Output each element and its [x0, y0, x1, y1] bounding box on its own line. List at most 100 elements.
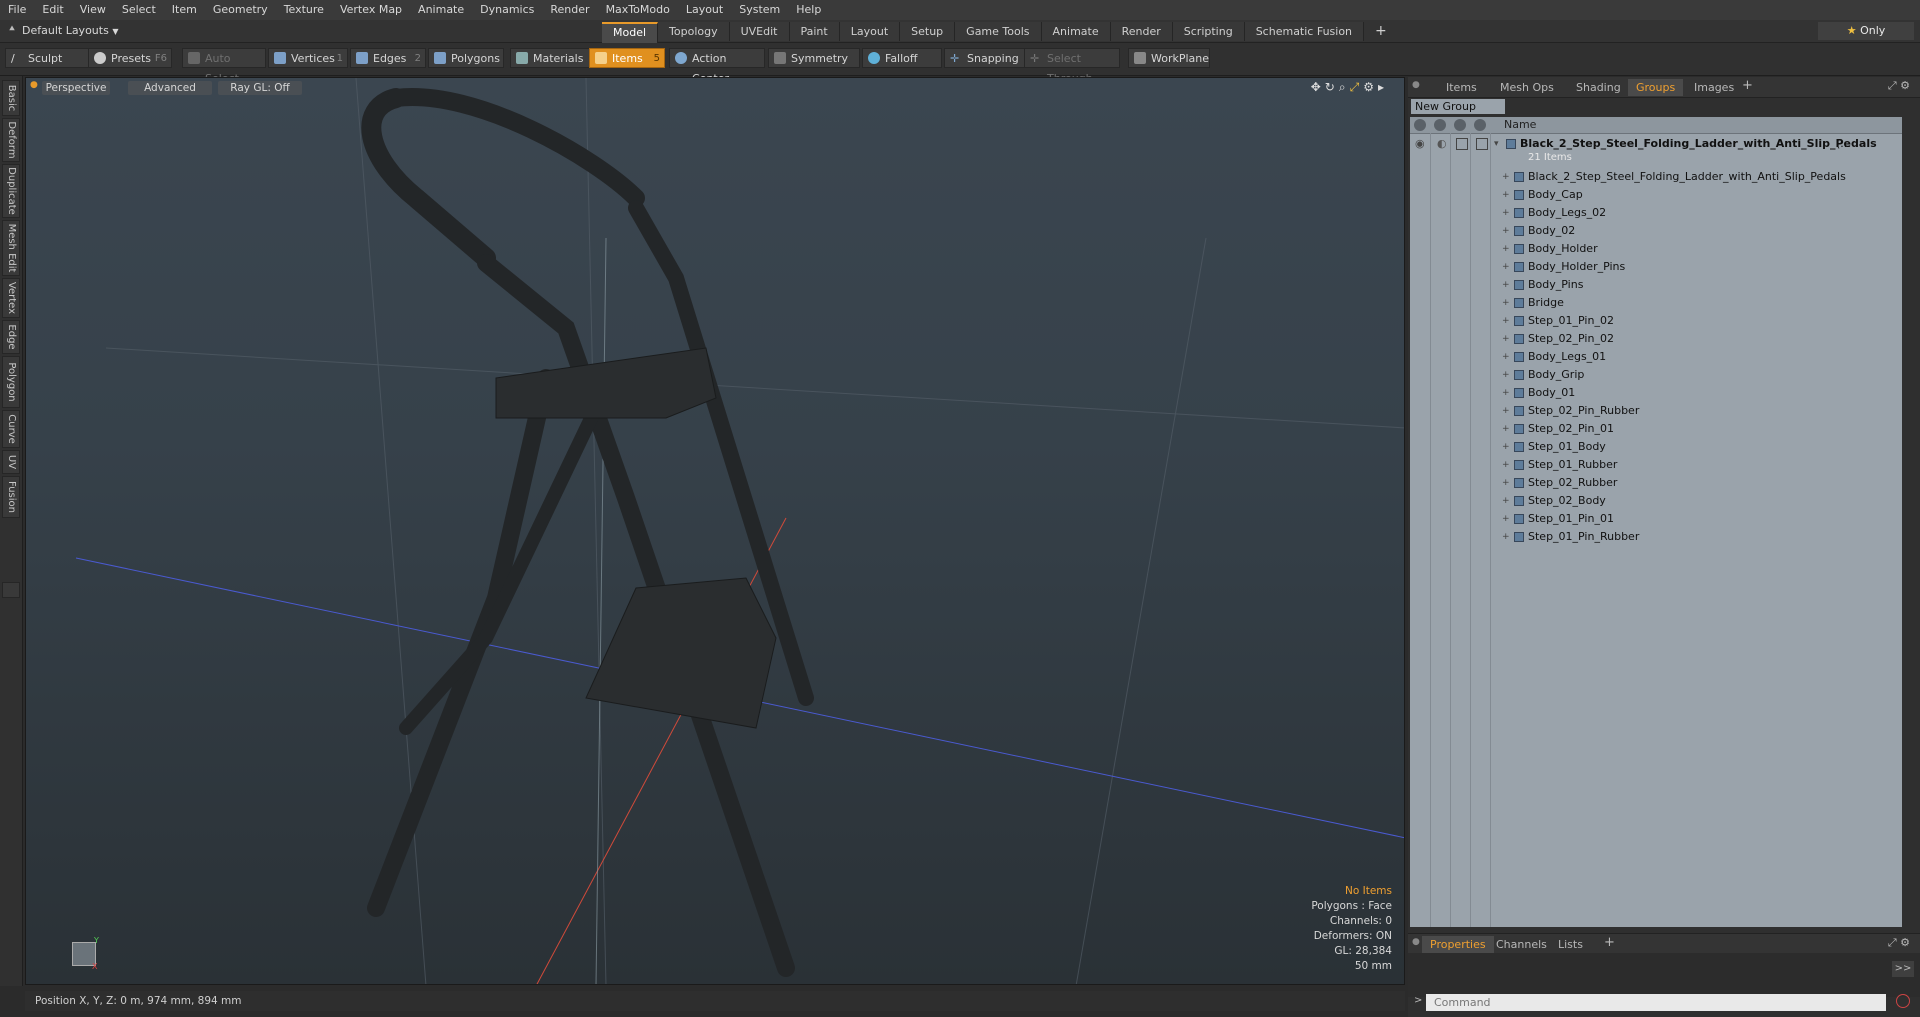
command-input[interactable]: Command [1426, 994, 1886, 1011]
action-center-button[interactable]: Action Center [669, 48, 765, 85]
expand-icon[interactable]: + [1502, 492, 1510, 510]
tab-groups[interactable]: Groups [1628, 79, 1684, 96]
list-item[interactable]: + Step_02_Body [1410, 492, 1902, 510]
vtab-deform[interactable]: Deform [2, 118, 20, 162]
tab-shading[interactable]: Shading [1568, 79, 1629, 96]
list-item[interactable]: + Body_Pins [1410, 276, 1902, 294]
add-tab-button[interactable]: + [1364, 22, 1398, 41]
menu-texture[interactable]: Texture [276, 0, 332, 20]
expand-icon[interactable]: + [1502, 204, 1510, 222]
auto-select-button[interactable]: Auto Select [182, 48, 266, 85]
list-item[interactable]: + Step_01_Pin_Rubber [1410, 528, 1902, 546]
snapping-button[interactable]: ✛ Snapping [944, 48, 1026, 68]
menu-geometry[interactable]: Geometry [205, 0, 276, 20]
tab-layout[interactable]: Layout [839, 22, 901, 41]
expand-icon[interactable]: + [1502, 222, 1510, 240]
tab-model[interactable]: Model [602, 22, 659, 43]
list-item[interactable]: + Body_02 [1410, 222, 1902, 240]
list-item[interactable]: + Body_Holder [1410, 240, 1902, 258]
vtab-extra-button[interactable] [2, 582, 20, 598]
tab-mesh-ops[interactable]: Mesh Ops [1492, 79, 1562, 96]
tab-game-tools[interactable]: Game Tools [955, 22, 1042, 41]
layout-dropdown[interactable]: Default Layouts ▼ [14, 22, 124, 40]
list-item[interactable]: + Step_01_Rubber [1410, 456, 1902, 474]
menu-maxtomodo[interactable]: MaxToModo [598, 0, 678, 20]
expand-icon[interactable]: + [1502, 366, 1510, 384]
panel-menu-icon[interactable]: ● [1412, 80, 1420, 90]
workplane-button[interactable]: WorkPlane [1128, 48, 1210, 68]
tab-images[interactable]: Images [1686, 79, 1742, 96]
list-item[interactable]: + Body_Legs_02 [1410, 204, 1902, 222]
list-item[interactable]: + Body_01 [1410, 384, 1902, 402]
vtab-polygon[interactable]: Polygon [2, 356, 20, 408]
edges-button[interactable]: Edges 2 [350, 48, 426, 68]
menu-dynamics[interactable]: Dynamics [472, 0, 542, 20]
materials-button[interactable]: Materials [510, 48, 590, 68]
list-item[interactable]: + Step_02_Pin_01 [1410, 420, 1902, 438]
expand-icon[interactable]: + [1502, 348, 1510, 366]
expand-icon[interactable]: + [1502, 528, 1510, 546]
menu-view[interactable]: View [72, 0, 114, 20]
list-item[interactable]: + Step_02_Rubber [1410, 474, 1902, 492]
vtab-fusion[interactable]: Fusion [2, 476, 20, 518]
expand-icon[interactable]: + [1502, 330, 1510, 348]
properties-menu-icon[interactable]: ● [1412, 937, 1420, 947]
list-item[interactable]: + Body_Holder_Pins [1410, 258, 1902, 276]
vtab-mesh-edit[interactable]: Mesh Edit [2, 220, 20, 276]
list-item[interactable]: + Step_01_Pin_01 [1410, 510, 1902, 528]
list-item[interactable]: + Step_01_Body [1410, 438, 1902, 456]
vtab-curve[interactable]: Curve [2, 410, 20, 448]
menu-vertex-map[interactable]: Vertex Map [332, 0, 410, 20]
falloff-button[interactable]: Falloff [862, 48, 942, 68]
panel-options-icons[interactable]: ⤢ ⚙ [1888, 79, 1910, 93]
tab-schematic-fusion[interactable]: Schematic Fusion [1244, 22, 1365, 41]
select-icon[interactable] [1474, 119, 1486, 131]
expand-icon[interactable]: + [1502, 456, 1510, 474]
tab-render[interactable]: Render [1110, 22, 1173, 41]
expand-icon[interactable]: + [1502, 420, 1510, 438]
list-item[interactable]: + Body_Cap [1410, 186, 1902, 204]
menu-select[interactable]: Select [114, 0, 164, 20]
vtab-vertex[interactable]: Vertex [2, 278, 20, 318]
list-item[interactable]: + Step_02_Pin_02 [1410, 330, 1902, 348]
expand-icon[interactable]: + [1502, 240, 1510, 258]
vtab-duplicate[interactable]: Duplicate [2, 164, 20, 218]
expand-icon[interactable]: + [1502, 384, 1510, 402]
list-item[interactable]: + Body_Grip [1410, 366, 1902, 384]
expand-button[interactable]: >> [1892, 961, 1914, 977]
add-panel-tab-icon[interactable]: + [1742, 78, 1753, 93]
menu-file[interactable]: File [0, 0, 34, 20]
expand-icon[interactable]: + [1502, 276, 1510, 294]
menu-system[interactable]: System [731, 0, 788, 20]
only-button[interactable]: ★ Only [1818, 22, 1914, 40]
expand-icon[interactable]: + [1502, 402, 1510, 420]
3d-viewport[interactable]: ● Perspective Advanced Ray GL: Off ✥↻⌕⤢⚙… [25, 77, 1405, 985]
properties-options-icons[interactable]: ⤢ ⚙ [1888, 936, 1910, 950]
expand-icon[interactable]: + [1502, 168, 1510, 186]
menu-edit[interactable]: Edit [34, 0, 71, 20]
name-column-header[interactable]: Name [1504, 118, 1536, 131]
tab-uvedit[interactable]: UVEdit [729, 22, 790, 41]
vertices-button[interactable]: Vertices 1 [268, 48, 348, 68]
tab-lists[interactable]: Lists [1550, 936, 1591, 953]
expand-icon[interactable]: + [1502, 438, 1510, 456]
tab-items[interactable]: Items [1438, 79, 1485, 96]
tab-animate[interactable]: Animate [1041, 22, 1111, 41]
tab-channels[interactable]: Channels [1488, 936, 1555, 953]
expand-icon[interactable]: + [1502, 186, 1510, 204]
lock-icon[interactable] [1454, 119, 1466, 131]
eye-icon[interactable] [1414, 119, 1426, 131]
list-item[interactable]: + Body_Legs_01 [1410, 348, 1902, 366]
expand-icon[interactable]: + [1502, 312, 1510, 330]
items-button[interactable]: Items 5 [589, 48, 665, 68]
list-item[interactable]: + Bridge [1410, 294, 1902, 312]
select-through-button[interactable]: ✛ Select Through [1024, 48, 1120, 85]
expand-icon[interactable]: + [1502, 474, 1510, 492]
tab-paint[interactable]: Paint [789, 22, 840, 41]
menu-item[interactable]: Item [164, 0, 205, 20]
tab-setup[interactable]: Setup [900, 22, 956, 41]
list-item[interactable]: + Black_2_Step_Steel_Folding_Ladder_with_… [1410, 168, 1902, 186]
add-properties-tab-icon[interactable]: + [1604, 935, 1615, 950]
tab-properties[interactable]: Properties [1422, 936, 1494, 953]
menu-render[interactable]: Render [542, 0, 597, 20]
